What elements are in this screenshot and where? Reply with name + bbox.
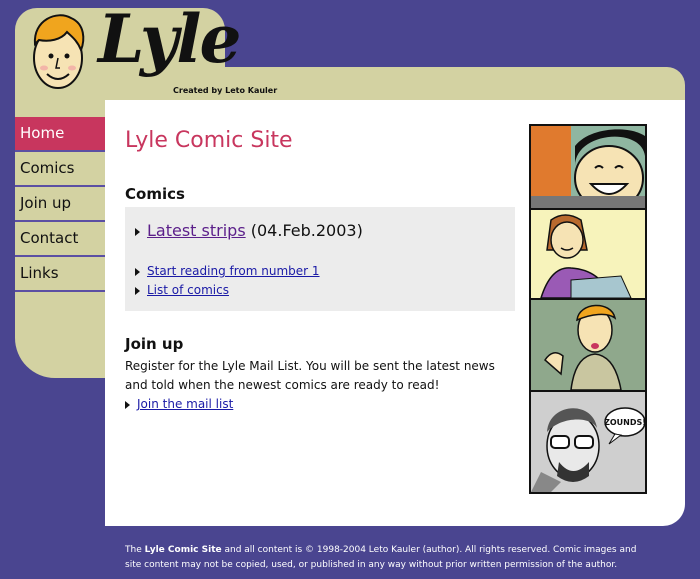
nav-links[interactable]: Links: [15, 257, 105, 292]
comic-panel-girl: [531, 210, 645, 298]
comic-panel-zounds: ZOUNDS!: [531, 392, 645, 492]
list-row: List of comics: [135, 283, 229, 297]
start-row: Start reading from number 1: [135, 264, 320, 278]
latest-strips-link[interactable]: Latest strips: [147, 221, 246, 240]
comic-strip: ZOUNDS!: [529, 124, 647, 494]
join-description: Register for the Lyle Mail List. You wil…: [125, 359, 495, 392]
join-mail-list-link[interactable]: Join the mail list: [137, 397, 233, 411]
footer-copyright: The Lyle Comic Site and all content is ©…: [125, 543, 645, 573]
nav-comics[interactable]: Comics: [15, 152, 105, 187]
join-row: Join the mail list: [125, 397, 233, 411]
footer-pre: The: [125, 545, 145, 555]
start-reading-link[interactable]: Start reading from number 1: [147, 264, 320, 278]
nav-join-up[interactable]: Join up: [15, 187, 105, 222]
comics-box: Latest strips (04.Feb.2003) Start readin…: [125, 207, 515, 311]
zounds-speech-text: ZOUNDS!: [604, 418, 645, 427]
bullet-arrow-icon: [135, 286, 140, 295]
comics-heading: Comics: [125, 185, 185, 203]
bullet-arrow-icon: [135, 267, 140, 276]
logo-text: Lyle: [98, 0, 241, 78]
lyle-face-logo: [33, 14, 85, 89]
list-of-comics-link[interactable]: List of comics: [147, 283, 229, 297]
latest-date: (04.Feb.2003): [250, 221, 363, 240]
footer-site-name: Lyle Comic Site: [144, 545, 222, 555]
comic-panel-lyle: [531, 300, 645, 390]
comic-panel-laughing-girl: [531, 126, 645, 208]
nav-home[interactable]: Home: [15, 117, 105, 152]
bullet-arrow-icon: [125, 400, 130, 409]
nav-contact[interactable]: Contact: [15, 222, 105, 257]
author-credit: Created by Leto Kauler: [173, 86, 278, 95]
join-heading: Join up: [125, 335, 184, 353]
page-title: Lyle Comic Site: [125, 128, 293, 153]
latest-row: Latest strips (04.Feb.2003): [135, 221, 363, 240]
main-nav: Home Comics Join up Contact Links: [15, 117, 105, 292]
bullet-arrow-icon: [135, 227, 140, 236]
